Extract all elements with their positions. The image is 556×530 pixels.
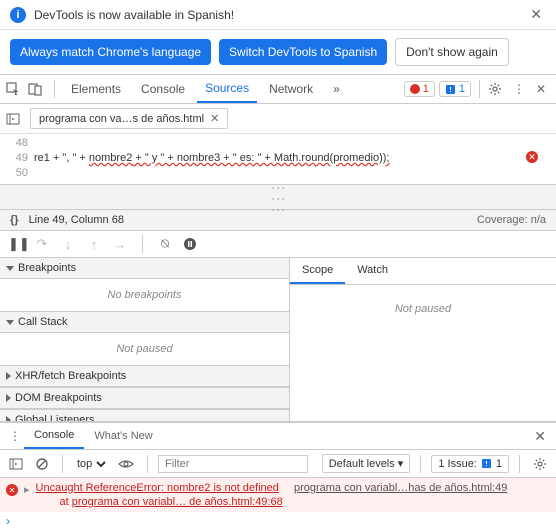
file-tab-name: programa con va…s de años.html (39, 113, 204, 125)
tab-more[interactable]: » (325, 75, 348, 103)
dom-breakpoints-header[interactable]: DOM Breakpoints (0, 387, 289, 409)
filter-input[interactable] (158, 455, 308, 473)
code-editor[interactable]: 48 49 50 re1 + ", " + nombre2 + " y " + … (0, 134, 556, 184)
scope-tab[interactable]: Scope (290, 258, 345, 284)
inspect-icon[interactable] (6, 82, 24, 96)
dont-show-again-button[interactable]: Don't show again (395, 38, 509, 66)
step-into-icon: ↓ (60, 237, 76, 252)
no-breakpoints-msg: No breakpoints (0, 279, 289, 311)
switch-language-button[interactable]: Switch DevTools to Spanish (219, 39, 387, 65)
error-message: Uncaught ReferenceError: nombre2 is not … (36, 482, 279, 494)
pause-on-exceptions-icon[interactable] (183, 237, 199, 251)
watch-tab[interactable]: Watch (345, 258, 400, 284)
info-icon: i (10, 7, 26, 23)
drawer-close-icon[interactable]: ✕ (530, 428, 550, 445)
more-options-icon[interactable]: ⋮ (510, 82, 528, 96)
tab-console[interactable]: Console (133, 75, 193, 103)
file-tab-close-icon[interactable]: ✕ (210, 112, 219, 125)
cursor-position: Line 49, Column 68 (29, 214, 124, 226)
breakpoints-header[interactable]: Breakpoints (0, 258, 289, 279)
step-over-icon: ↷ (34, 236, 50, 252)
step-out-icon: ↑ (86, 237, 102, 252)
expand-caret-icon[interactable]: ▸ (24, 483, 30, 508)
issues-button[interactable]: 1 Issue: 1 (431, 455, 509, 473)
console-sidebar-toggle-icon[interactable] (6, 457, 26, 471)
line-gutter: 48 49 50 (0, 134, 34, 184)
callstack-not-paused: Not paused (0, 333, 289, 365)
file-tab[interactable]: programa con va…s de años.html ✕ (30, 108, 228, 129)
scope-not-paused: Not paused (290, 285, 556, 421)
tab-elements[interactable]: Elements (63, 75, 129, 103)
error-source-link[interactable]: programa con variabl…has de años.html:49 (294, 482, 507, 494)
pause-button[interactable]: ❚❚ (8, 236, 24, 252)
console-settings-icon[interactable] (530, 457, 550, 471)
format-braces-icon[interactable]: {} (10, 214, 19, 226)
drawer-tab-console[interactable]: Console (24, 423, 84, 449)
global-listeners-header[interactable]: Global Listeners (0, 409, 289, 421)
horizontal-resizer[interactable] (0, 184, 556, 210)
xhr-breakpoints-header[interactable]: XHR/fetch Breakpoints (0, 365, 289, 387)
device-toolbar-icon[interactable] (28, 82, 46, 96)
tab-sources[interactable]: Sources (197, 75, 257, 103)
drawer-tab-whatsnew[interactable]: What's New (84, 423, 162, 449)
coverage-status: Coverage: n/a (477, 214, 546, 226)
console-prompt[interactable]: › (0, 512, 556, 530)
always-match-button[interactable]: Always match Chrome's language (10, 39, 211, 65)
eye-icon[interactable] (115, 458, 137, 470)
tab-network[interactable]: Network (261, 75, 321, 103)
step-icon: → (112, 237, 128, 252)
close-panel-icon[interactable]: ✕ (532, 82, 550, 96)
issue-count-badge[interactable]: 1 (439, 81, 471, 97)
info-close-button[interactable]: ✕ (526, 6, 546, 23)
info-bar-text: DevTools is now available in Spanish! (34, 8, 518, 22)
error-count-badge[interactable]: 1 (404, 81, 435, 97)
stack-frame-link[interactable]: programa con variabl… de años.html:49:68 (72, 496, 283, 508)
deactivate-breakpoints-icon[interactable]: ⍉ (157, 236, 173, 252)
error-icon: ✕ (6, 484, 18, 496)
navigator-toggle-icon[interactable] (6, 112, 24, 126)
settings-icon[interactable] (488, 82, 506, 96)
console-error-row[interactable]: ✕ ▸ Uncaught ReferenceError: nombre2 is … (0, 478, 556, 512)
context-selector[interactable]: top (73, 457, 109, 471)
line-error-icon[interactable]: ✕ (526, 151, 538, 163)
log-levels-selector[interactable]: Default levels ▾ (322, 454, 411, 473)
clear-console-icon[interactable] (32, 457, 52, 471)
drawer-more-icon[interactable]: ⋮ (6, 429, 24, 443)
callstack-header[interactable]: Call Stack (0, 311, 289, 333)
